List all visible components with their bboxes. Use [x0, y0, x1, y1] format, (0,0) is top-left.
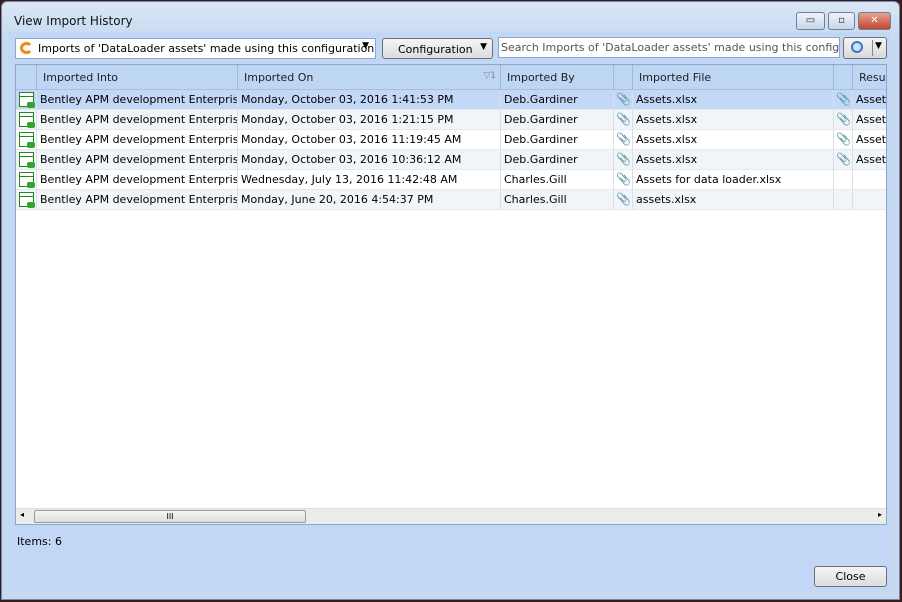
- grid-import-icon: [19, 92, 35, 108]
- imported-on-cell: Monday, October 03, 2016 10:36:12 AM: [238, 150, 501, 170]
- row-icon-cell: [16, 150, 37, 170]
- imported-by-cell: Deb.Gardiner: [501, 150, 614, 170]
- items-count: Items: 6: [17, 535, 62, 548]
- imported-file-cell: Assets.xlsx: [633, 150, 834, 170]
- table-row[interactable]: Bentley APM development Enterprise Wedne…: [16, 170, 886, 190]
- result-cell: Assets: [853, 110, 886, 130]
- imported-file-cell: Assets.xlsx: [633, 130, 834, 150]
- imported-by-cell: Deb.Gardiner: [501, 110, 614, 130]
- paperclip-icon[interactable]: 📎: [614, 170, 633, 190]
- imported-by-cell: Deb.Gardiner: [501, 130, 614, 150]
- result-cell: Assets: [853, 150, 886, 170]
- paperclip-icon[interactable]: 📎: [834, 110, 853, 130]
- chevron-down-icon[interactable]: ▼: [875, 41, 882, 51]
- imported-into-cell: Bentley APM development Enterprise: [37, 130, 238, 150]
- result-cell: [853, 190, 886, 210]
- filter-value: Imports of 'DataLoader assets' made usin…: [38, 42, 375, 55]
- grid-import-icon: [19, 152, 35, 168]
- paperclip-icon[interactable]: [834, 190, 853, 210]
- imported-into-cell: Bentley APM development Enterprise: [37, 110, 238, 130]
- paperclip-icon[interactable]: 📎: [614, 190, 633, 210]
- imported-on-cell: Monday, October 03, 2016 1:21:15 PM: [238, 110, 501, 130]
- imported-by-cell: Charles.Gill: [501, 170, 614, 190]
- search-button[interactable]: ▼: [843, 37, 887, 59]
- search-icon: [851, 41, 863, 53]
- maximize-button[interactable]: ▫: [828, 12, 855, 30]
- imported-by-cell: Charles.Gill: [501, 190, 614, 210]
- result-cell: [853, 170, 886, 190]
- close-button[interactable]: Close: [814, 566, 887, 587]
- header-icon-column[interactable]: [16, 65, 37, 90]
- scrollbar-thumb[interactable]: III: [34, 510, 306, 523]
- close-window-button[interactable]: ✕: [858, 12, 891, 30]
- paperclip-icon[interactable]: 📎: [614, 130, 633, 150]
- paperclip-icon[interactable]: 📎: [614, 110, 633, 130]
- paperclip-icon[interactable]: 📎: [834, 130, 853, 150]
- paperclip-icon[interactable]: 📎: [614, 150, 633, 170]
- header-attachment[interactable]: [834, 65, 853, 90]
- scroll-right-icon[interactable]: ▸: [878, 510, 882, 519]
- window-title: View Import History: [14, 14, 133, 28]
- configuration-label: Configuration: [398, 43, 473, 56]
- table-row[interactable]: Bentley APM development Enterprise Monda…: [16, 190, 886, 210]
- paperclip-icon[interactable]: 📎: [834, 150, 853, 170]
- grid-import-icon: [19, 172, 35, 188]
- header-imported-on[interactable]: Imported On ▽1: [238, 65, 501, 90]
- row-icon-cell: [16, 110, 37, 130]
- paperclip-icon[interactable]: [834, 170, 853, 190]
- header-label: Imported On: [244, 71, 314, 84]
- imported-into-cell: Bentley APM development Enterprise: [37, 150, 238, 170]
- minimize-button[interactable]: ▭: [796, 12, 825, 30]
- imported-into-cell: Bentley APM development Enterprise: [37, 170, 238, 190]
- search-input[interactable]: Search Imports of 'DataLoader assets' ma…: [498, 37, 840, 58]
- paperclip-icon[interactable]: 📎: [834, 90, 853, 110]
- header-attachment[interactable]: [614, 65, 633, 90]
- table-row[interactable]: Bentley APM development Enterprise Monda…: [16, 110, 886, 130]
- table-row[interactable]: Bentley APM development Enterprise Monda…: [16, 130, 886, 150]
- result-cell: Assets: [853, 130, 886, 150]
- configuration-button[interactable]: Configuration ▼: [382, 38, 493, 59]
- header-imported-into[interactable]: Imported Into: [37, 65, 238, 90]
- header-imported-by[interactable]: Imported By: [501, 65, 614, 90]
- table-row[interactable]: Bentley APM development Enterprise Monda…: [16, 150, 886, 170]
- imported-into-cell: Bentley APM development Enterprise: [37, 190, 238, 210]
- import-history-grid: Imported Into Imported On ▽1 Imported By …: [15, 64, 887, 525]
- horizontal-scrollbar[interactable]: ◂ III ▸: [16, 508, 886, 524]
- imported-file-cell: assets.xlsx: [633, 190, 834, 210]
- grid-import-icon: [19, 112, 35, 128]
- scroll-left-icon[interactable]: ◂: [20, 510, 24, 519]
- sort-indicator-icon: ▽1: [483, 71, 496, 81]
- chevron-down-icon: ▼: [480, 42, 487, 52]
- row-icon-cell: [16, 130, 37, 150]
- filter-dropdown[interactable]: Imports of 'DataLoader assets' made usin…: [15, 38, 376, 59]
- imported-file-cell: Assets.xlsx: [633, 110, 834, 130]
- imported-into-cell: Bentley APM development Enterprise: [37, 90, 238, 110]
- table-row[interactable]: Bentley APM development Enterprise Monda…: [16, 90, 886, 110]
- chevron-down-icon: ▼: [362, 41, 369, 51]
- imported-on-cell: Monday, June 20, 2016 4:54:37 PM: [238, 190, 501, 210]
- imported-file-cell: Assets for data loader.xlsx: [633, 170, 834, 190]
- header-result[interactable]: Resul: [853, 65, 886, 90]
- row-icon-cell: [16, 90, 37, 110]
- row-icon-cell: [16, 190, 37, 210]
- row-icon-cell: [16, 170, 37, 190]
- imported-by-cell: Deb.Gardiner: [501, 90, 614, 110]
- imported-on-cell: Wednesday, July 13, 2016 11:42:48 AM: [238, 170, 501, 190]
- header-imported-file[interactable]: Imported File: [633, 65, 834, 90]
- grid-import-icon: [19, 132, 35, 148]
- result-cell: Assets: [853, 90, 886, 110]
- paperclip-icon[interactable]: 📎: [614, 90, 633, 110]
- grid-import-icon: [19, 192, 35, 208]
- imported-on-cell: Monday, October 03, 2016 1:41:53 PM: [238, 90, 501, 110]
- imported-file-cell: Assets.xlsx: [633, 90, 834, 110]
- grid-header: Imported Into Imported On ▽1 Imported By …: [16, 65, 886, 90]
- refresh-icon: [20, 42, 33, 54]
- imported-on-cell: Monday, October 03, 2016 11:19:45 AM: [238, 130, 501, 150]
